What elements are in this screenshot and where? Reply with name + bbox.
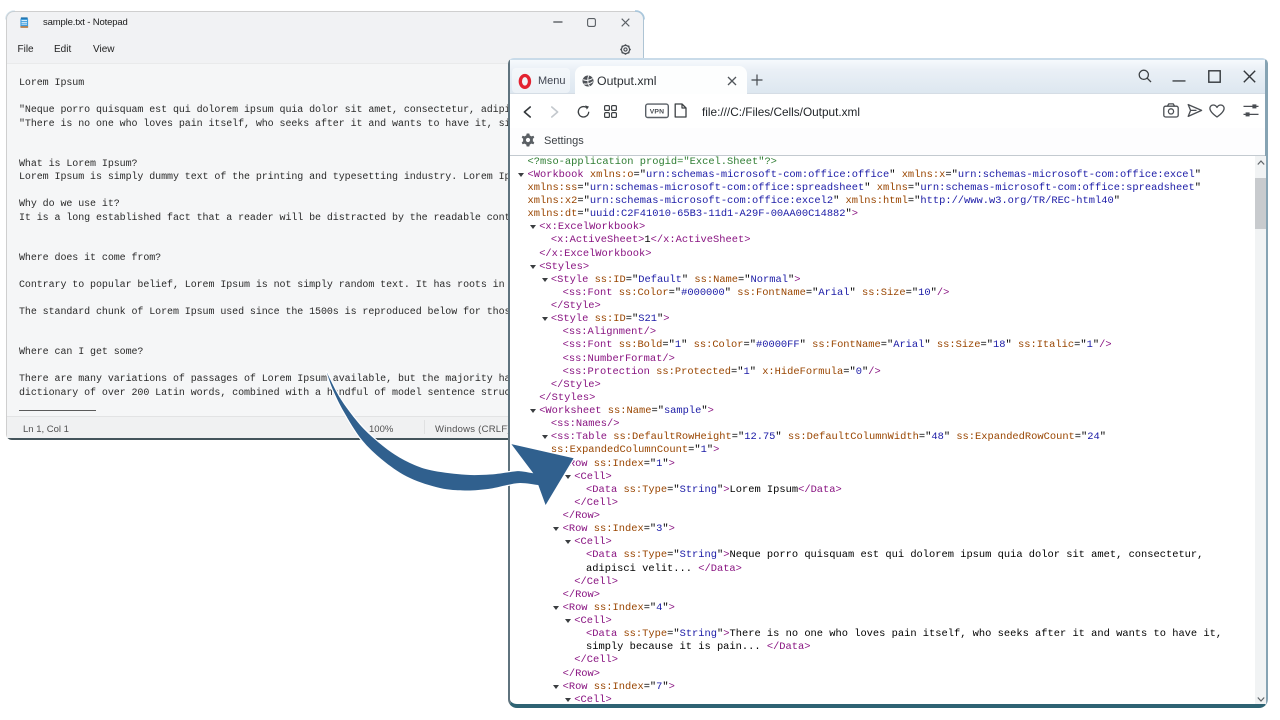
svg-text:VPN: VPN — [650, 109, 665, 116]
